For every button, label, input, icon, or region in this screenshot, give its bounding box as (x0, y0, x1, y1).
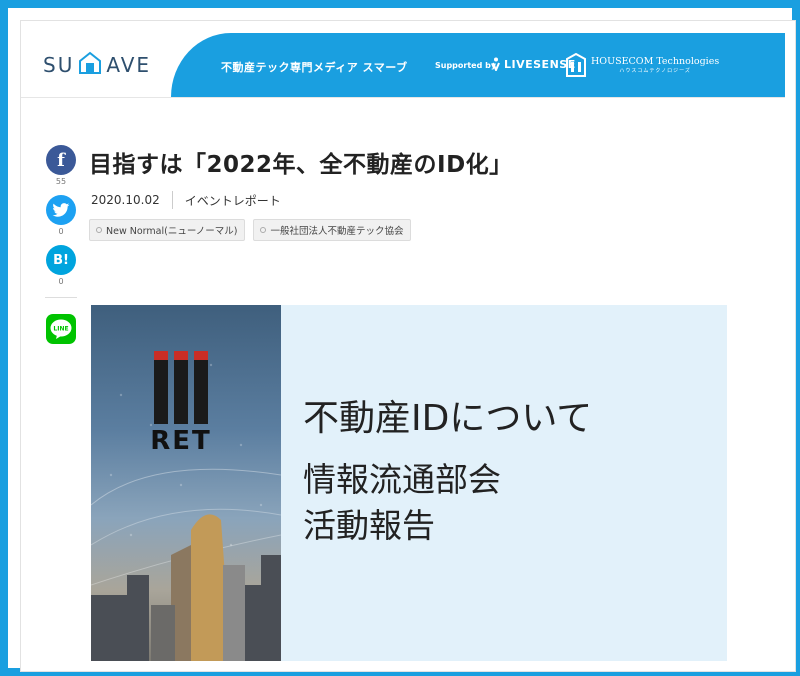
sponsor-housecom-sub: ハウスコムテクノロジーズ (619, 68, 691, 74)
line-icon-label: LINE (53, 326, 68, 333)
line-icon: LINE (50, 319, 72, 339)
livesense-logo-icon (492, 57, 500, 71)
article-meta: 2020.10.02 イベントレポート (91, 191, 281, 209)
site-logo[interactable]: SU AVE (43, 51, 151, 79)
ret-logo: RET (146, 351, 216, 456)
article-date: 2020.10.02 (91, 193, 160, 207)
hero-headline: 不動産IDについて (303, 398, 593, 439)
page-frame: SU AVE 不動産テック専門メディア スマーブ Supported by LI… (0, 0, 800, 676)
hatena-bookmark-count: 0 (58, 277, 64, 286)
site-header: SU AVE 不動産テック専門メディア スマーブ Supported by LI… (21, 33, 785, 97)
supported-by-label: Supported by (435, 61, 497, 70)
sponsor-housecom[interactable]: HOUSECOM Technologies ハウスコムテクノロジーズ (565, 53, 719, 77)
facebook-share-button[interactable]: f (46, 145, 76, 175)
hero-subheadline: 情報流通部会 活動報告 (303, 457, 501, 549)
article-category[interactable]: イベントレポート (185, 192, 281, 209)
tag-label: New Normal(ニューノーマル) (106, 226, 238, 237)
ret-logo-text: RET (150, 426, 212, 456)
line-share-button[interactable]: LINE (46, 314, 76, 344)
meta-separator (171, 191, 173, 209)
twitter-share-count: 0 (58, 227, 64, 236)
hatena-bookmark-icon: B! (53, 252, 69, 268)
twitter-share-button[interactable] (46, 195, 76, 225)
tag-item[interactable]: 一般社団法人不動産テック協会 (253, 219, 412, 241)
share-divider (45, 297, 77, 298)
share-sidebar: f 55 0 B! 0 LINE (43, 145, 79, 344)
facebook-share-count: 55 (55, 177, 67, 186)
tag-hole-icon (96, 227, 102, 233)
hero-subheadline-line2: 活動報告 (303, 506, 435, 545)
logo-text-left: SU (43, 53, 75, 77)
browser-viewport: SU AVE 不動産テック専門メディア スマーブ Supported by LI… (20, 20, 796, 672)
facebook-icon: f (57, 149, 65, 171)
house-logo-icon (78, 51, 102, 80)
sponsor-housecom-label: HOUSECOM Technologies (591, 56, 720, 67)
tag-hole-icon (260, 227, 267, 233)
tag-item[interactable]: New Normal(ニューノーマル) (89, 219, 246, 241)
site-tagline: 不動産テック専門メディア スマーブ (221, 61, 408, 74)
article-title: 目指すは「2022年、全不動産のID化」 (89, 152, 513, 178)
ret-logo-bars-icon (154, 351, 208, 424)
hatena-bookmark-button[interactable]: B! (46, 245, 76, 275)
hero-image: RET 不動産IDについて 情報流通部会 活動報告 (91, 305, 727, 661)
housecom-logo-icon (566, 53, 586, 77)
logo-text-right: AVE (106, 53, 152, 77)
sponsor-livesense[interactable]: LIVESENSE (491, 57, 576, 71)
hero-subheadline-line1: 情報流通部会 (303, 460, 501, 499)
article-tags: New Normal(ニューノーマル) 一般社団法人不動産テック協会 (89, 219, 412, 241)
tag-label: 一般社団法人不動産テック協会 (270, 226, 404, 237)
twitter-bird-icon (52, 202, 70, 217)
header-divider (21, 97, 785, 98)
